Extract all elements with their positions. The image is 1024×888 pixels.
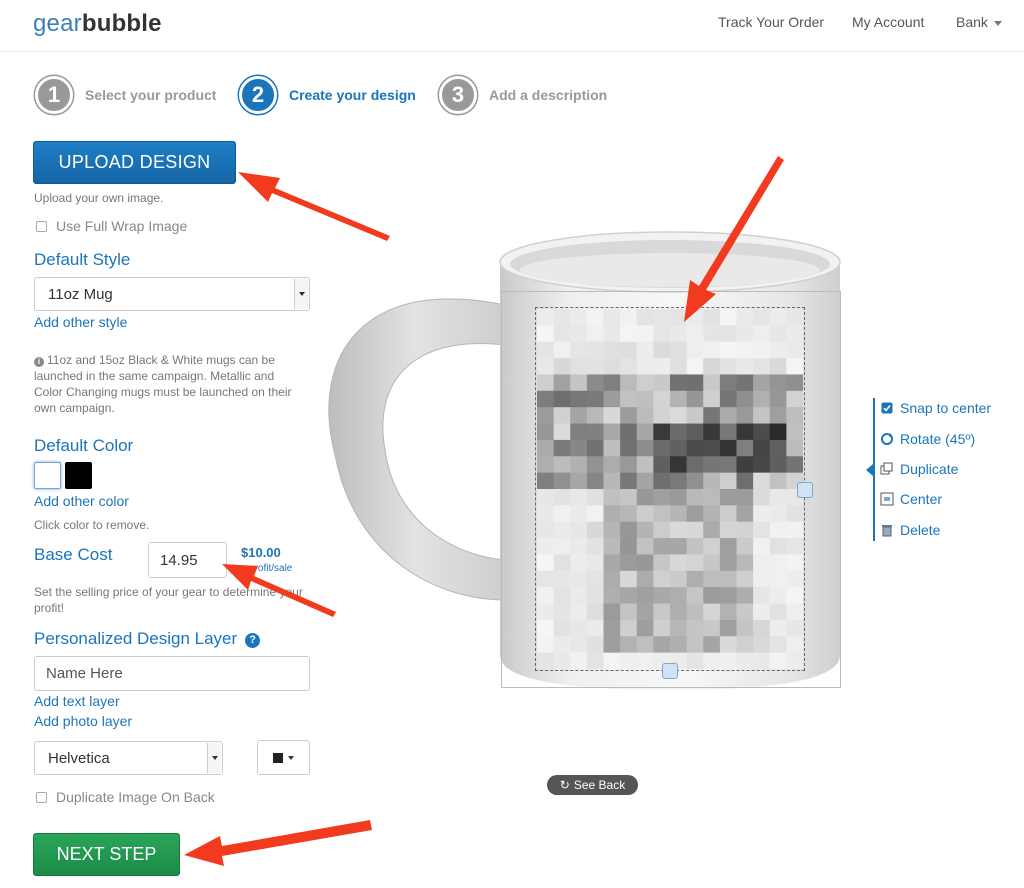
- center-label: Center: [900, 491, 943, 507]
- trash-icon: [880, 523, 894, 537]
- delete-option[interactable]: Delete: [880, 522, 940, 538]
- checkbox-checked-icon[interactable]: [880, 401, 894, 415]
- snap-label: Snap to center: [900, 400, 992, 416]
- center-icon: [880, 492, 894, 506]
- rotate-option[interactable]: Rotate (45º): [880, 431, 975, 447]
- see-back-button[interactable]: ↻ See Back: [547, 775, 638, 795]
- duplicate-label: Duplicate: [900, 461, 959, 477]
- see-back-label: See Back: [573, 778, 626, 792]
- design-tools-panel: Snap to center Rotate (45º) Duplicate Ce…: [873, 398, 1013, 541]
- duplicate-icon: [880, 462, 894, 476]
- rotate-label: Rotate (45º): [900, 431, 976, 447]
- center-option[interactable]: Center: [880, 491, 942, 507]
- rotate-handle-icon[interactable]: [797, 482, 813, 498]
- refresh-icon: ↻: [559, 778, 570, 792]
- tools-pointer: [866, 464, 873, 476]
- duplicate-option[interactable]: Duplicate: [880, 461, 958, 477]
- design-selection-outline[interactable]: [535, 307, 805, 671]
- resize-handle-icon[interactable]: [662, 663, 678, 679]
- rotate-icon: [880, 432, 894, 446]
- snap-to-center-option[interactable]: Snap to center: [880, 400, 991, 416]
- delete-label: Delete: [900, 522, 941, 538]
